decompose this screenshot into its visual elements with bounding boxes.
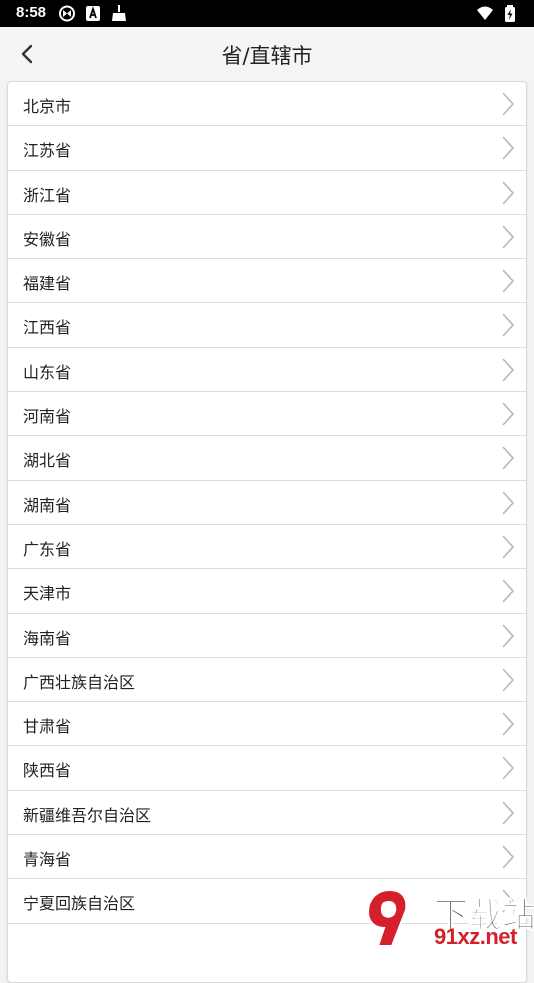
a-app-icon	[86, 6, 100, 21]
chevron-right-icon	[502, 535, 515, 559]
province-item-label: 江西省	[23, 318, 72, 338]
app-header: 省/直辖市	[0, 27, 534, 81]
province-item-label: 北京市	[23, 97, 72, 116]
page-title: 省/直辖市	[221, 44, 313, 68]
chevron-right-icon	[502, 889, 515, 913]
province-item-label: 湖北省	[23, 451, 72, 471]
province-item[interactable]: 北京市	[8, 82, 526, 127]
battery-charging-icon	[505, 5, 515, 22]
province-item[interactable]: 陕西省	[8, 746, 526, 791]
province-item[interactable]: 河南省	[8, 392, 526, 437]
province-item-label: 广东省	[23, 539, 72, 559]
province-item-label: 陕西省	[23, 761, 72, 781]
province-item[interactable]: 广东省	[8, 525, 526, 570]
chevron-right-icon	[502, 181, 515, 205]
chevron-right-icon	[502, 136, 515, 160]
province-item[interactable]: 海南省	[8, 614, 526, 658]
chevron-right-icon	[502, 269, 515, 293]
chevron-right-icon	[502, 624, 515, 648]
status-time: 8:58	[16, 4, 47, 21]
province-item-label: 广西壮族自治区	[23, 672, 136, 692]
province-item-label: 宁夏回族自治区	[23, 894, 136, 914]
province-list: 北京市江苏省浙江省安徽省福建省江西省山东省河南省湖北省湖南省广东省天津市海南省广…	[7, 81, 527, 983]
chevron-right-icon	[502, 712, 515, 736]
province-item[interactable]: 甘肃省	[8, 702, 526, 747]
chevron-right-icon	[502, 402, 515, 426]
province-item-label: 安徽省	[23, 229, 72, 249]
chevron-right-icon	[502, 668, 515, 692]
chevron-right-icon	[502, 491, 515, 515]
province-item-label: 甘肃省	[23, 717, 72, 737]
chevron-right-icon	[502, 446, 515, 470]
wifi-icon	[477, 6, 493, 20]
province-item[interactable]: 湖北省	[8, 436, 526, 481]
broom-icon	[112, 5, 126, 21]
chevron-right-icon	[502, 358, 515, 382]
province-item[interactable]: 天津市	[8, 569, 526, 614]
province-item-label: 天津市	[23, 584, 72, 604]
province-item-label: 湖南省	[23, 495, 72, 515]
province-item[interactable]: 江苏省	[8, 126, 526, 171]
chevron-right-icon	[502, 801, 515, 825]
province-item[interactable]: 安徽省	[8, 215, 526, 260]
chevron-right-icon	[502, 313, 515, 338]
province-item[interactable]: 新疆维吾尔自治区	[8, 791, 526, 836]
chevron-right-icon	[502, 92, 515, 116]
chevron-right-icon	[502, 579, 515, 603]
province-item[interactable]: 宁夏回族自治区	[8, 879, 526, 924]
chevron-right-icon	[502, 225, 515, 249]
province-item-label: 福建省	[23, 274, 72, 294]
province-item[interactable]: 山东省	[8, 348, 526, 393]
province-item-label: 河南省	[23, 407, 72, 427]
province-item[interactable]: 青海省	[8, 835, 526, 880]
province-item[interactable]: 广西壮族自治区	[8, 658, 526, 703]
status-icons-left	[58, 5, 128, 22]
province-item[interactable]: 湖南省	[8, 481, 526, 525]
province-item-label: 青海省	[23, 850, 72, 870]
chevron-right-icon	[502, 845, 515, 869]
province-item-label: 浙江省	[23, 185, 72, 205]
province-item-label: 海南省	[23, 628, 72, 648]
province-item[interactable]: 江西省	[8, 303, 526, 348]
status-bar: 8:58	[0, 0, 534, 27]
province-item[interactable]: 福建省	[8, 259, 526, 304]
province-item-label: 江苏省	[23, 141, 72, 161]
status-icons-right	[476, 5, 520, 22]
province-item-label: 山东省	[23, 362, 72, 382]
chevron-right-icon	[502, 756, 515, 780]
province-item[interactable]: 浙江省	[8, 171, 526, 215]
province-item-label: 新疆维吾尔自治区	[23, 805, 152, 825]
sync-icon	[59, 5, 75, 22]
